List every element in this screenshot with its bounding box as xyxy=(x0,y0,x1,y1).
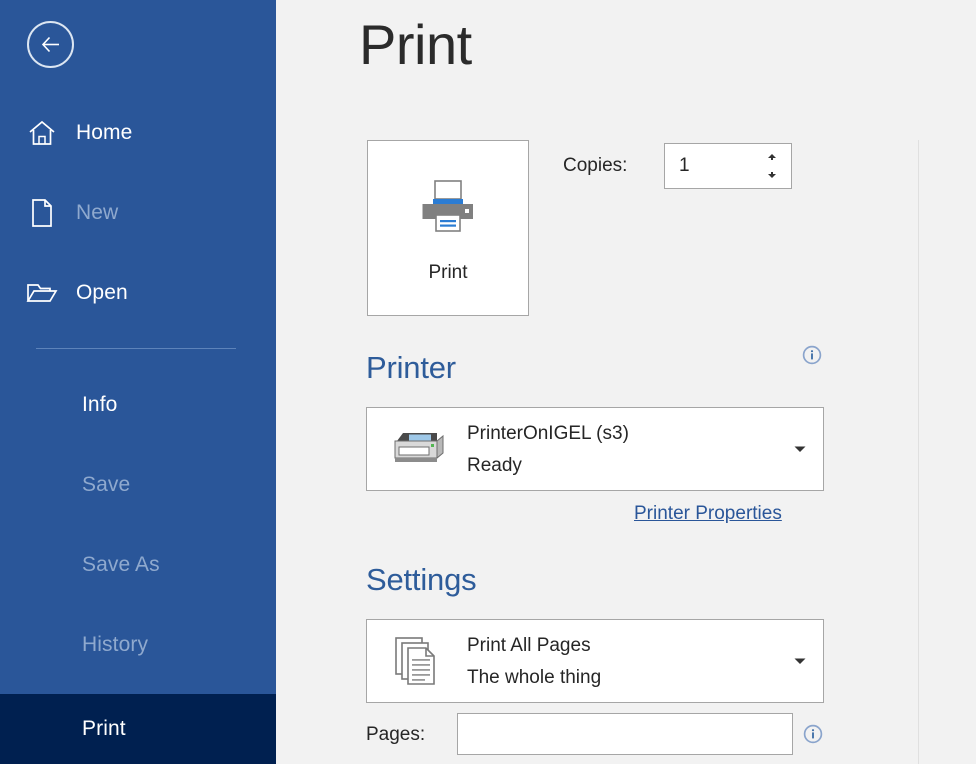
sidebar-item-home[interactable]: Home xyxy=(0,105,276,161)
printer-select[interactable]: PrinterOnIGEL (s3) Ready xyxy=(366,407,824,491)
print-button[interactable]: Print xyxy=(367,140,529,316)
back-arrow-icon xyxy=(37,31,64,58)
sidebar-item-label-history: History xyxy=(82,633,148,657)
sidebar-item-save-as[interactable]: Save As xyxy=(0,537,276,593)
sidebar-item-label-info: Info xyxy=(82,393,117,417)
pages-info-icon[interactable] xyxy=(803,724,823,744)
copies-decrement-button[interactable] xyxy=(761,166,783,186)
new-page-icon xyxy=(22,198,62,228)
folder-icon xyxy=(22,280,62,306)
printer-properties-link[interactable]: Printer Properties xyxy=(634,503,782,525)
copies-increment-button[interactable] xyxy=(761,146,783,166)
sidebar-item-info[interactable]: Info xyxy=(0,377,276,433)
pages-input[interactable] xyxy=(457,713,793,755)
printer-status: Ready xyxy=(467,455,522,477)
copies-label: Copies: xyxy=(563,155,627,177)
sidebar-item-print[interactable]: Print xyxy=(0,694,276,764)
sidebar-divider xyxy=(36,348,236,349)
chevron-down-icon[interactable] xyxy=(793,442,807,456)
spinner-up-icon xyxy=(765,151,779,161)
printer-icon xyxy=(417,179,479,240)
printer-section-heading: Printer xyxy=(366,352,456,383)
settings-section-heading: Settings xyxy=(366,564,476,595)
page-range-select[interactable]: Print All Pages The whole thing xyxy=(366,619,824,703)
sidebar-item-new[interactable]: New xyxy=(0,185,276,241)
backstage-sidebar: Home New Open Info xyxy=(0,0,276,764)
print-button-label: Print xyxy=(428,262,467,284)
sidebar-item-label-home: Home xyxy=(76,121,132,145)
sidebar-item-save[interactable]: Save xyxy=(0,457,276,513)
sidebar-item-label-new: New xyxy=(76,201,118,225)
page-title: Print xyxy=(359,17,472,73)
document-stack-icon xyxy=(389,620,445,702)
sidebar-item-history[interactable]: History xyxy=(0,617,276,673)
sidebar-item-label-open: Open xyxy=(76,281,128,305)
sidebar-item-label-save: Save xyxy=(82,473,130,497)
printer-info-icon[interactable] xyxy=(802,345,822,365)
sidebar-item-open[interactable]: Open xyxy=(0,265,276,321)
pane-divider xyxy=(918,140,919,764)
spinner-down-icon xyxy=(765,171,779,181)
home-icon xyxy=(22,119,62,147)
page-range-description: The whole thing xyxy=(467,667,601,689)
sidebar-item-label-print: Print xyxy=(82,717,126,741)
copies-input[interactable] xyxy=(665,144,755,188)
sidebar-item-label-save-as: Save As xyxy=(82,553,160,577)
printer-name: PrinterOnIGEL (s3) xyxy=(467,423,629,445)
print-backstage-view: Home New Open Info xyxy=(0,0,976,764)
back-button[interactable] xyxy=(27,21,74,68)
pages-label: Pages: xyxy=(366,724,425,746)
chevron-down-icon[interactable] xyxy=(793,654,807,668)
copies-stepper[interactable] xyxy=(664,143,792,189)
page-range-name: Print All Pages xyxy=(467,635,591,657)
printer-device-icon xyxy=(389,408,445,490)
